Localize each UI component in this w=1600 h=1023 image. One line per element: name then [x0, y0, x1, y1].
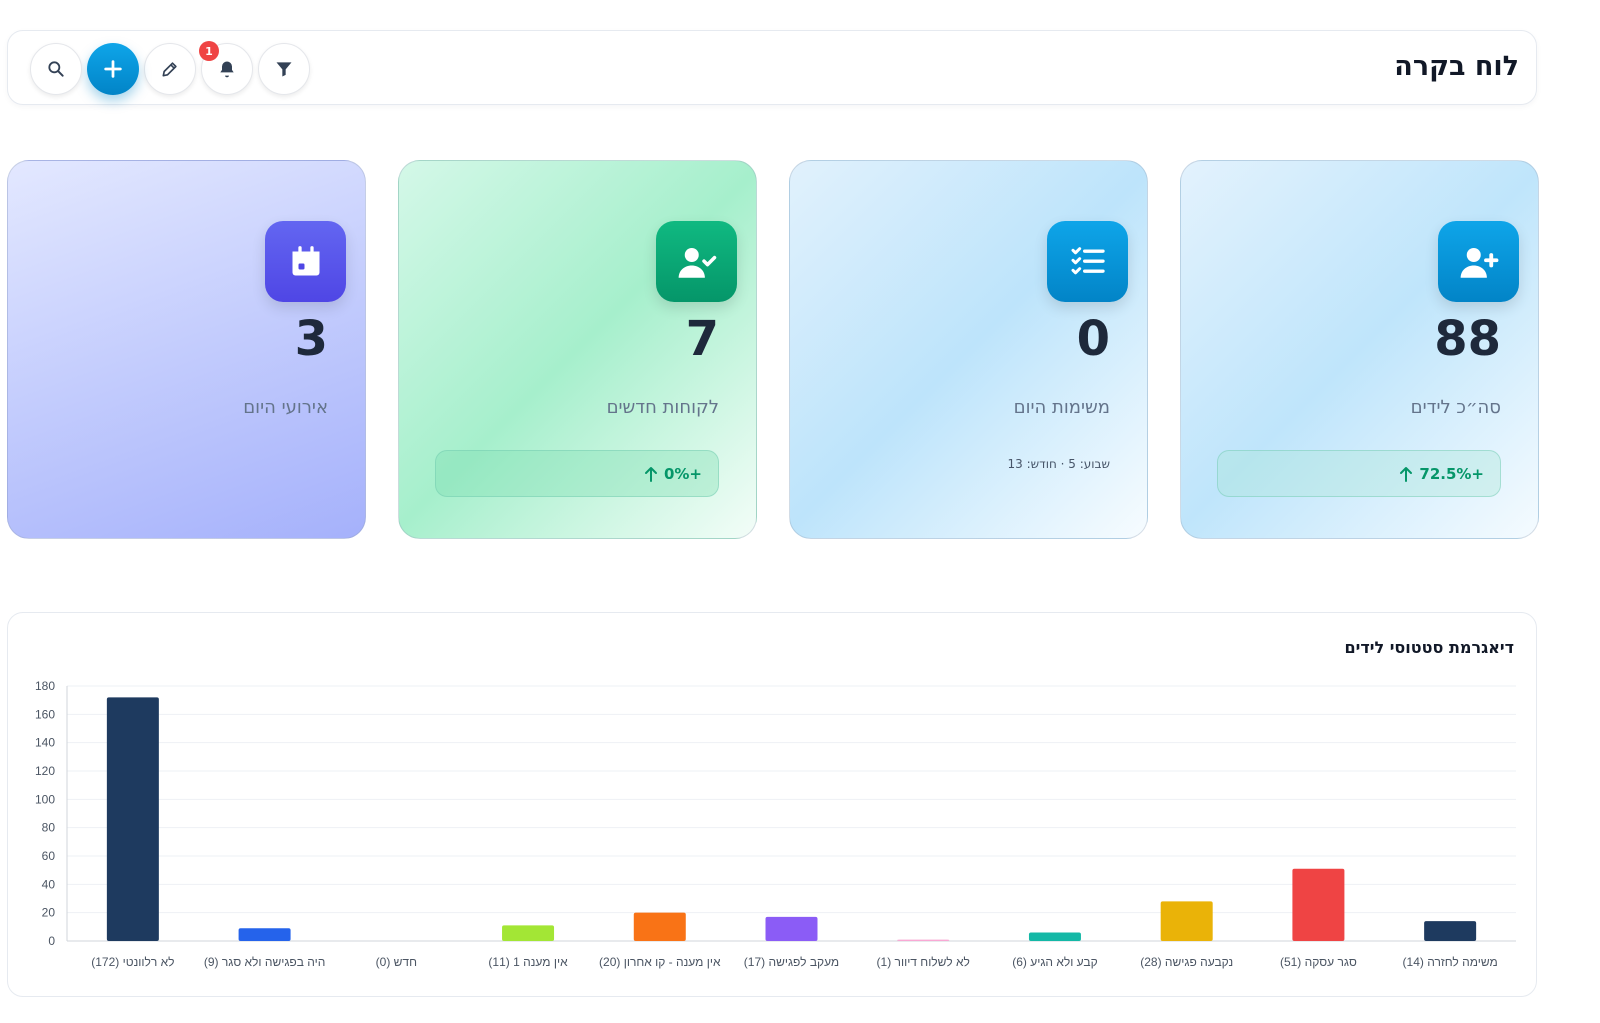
- page-title: לוח בקרה: [1394, 51, 1519, 82]
- stat-card-today-tasks[interactable]: 0 משימות היום שבוע: 5 · חודש: 13: [789, 160, 1148, 539]
- bell-icon: [220, 61, 234, 78]
- trend-value: 0%+: [663, 464, 702, 483]
- x-tick-label: אין מענה 1 (11): [488, 955, 568, 969]
- y-tick-label: 80: [42, 821, 56, 835]
- filter-button[interactable]: [258, 43, 310, 95]
- arrow-up-icon: [1400, 466, 1413, 482]
- pencil-icon: [162, 62, 177, 77]
- notification-badge: 1: [199, 41, 219, 61]
- calendar-icon: [265, 221, 346, 302]
- filter-icon: [276, 62, 292, 77]
- bar: [238, 928, 291, 941]
- lead-status-chart-panel: דיאגרמת סטטוסי לידים 0 20 40 60 80 100 120 140 1…: [7, 612, 1537, 997]
- trend-value: 72.5%+: [1419, 464, 1484, 483]
- stat-card-today-events[interactable]: 3 אירועי היום: [7, 160, 366, 539]
- stat-value: 7: [685, 311, 719, 367]
- stat-label: לקוחות חדשים: [606, 397, 719, 418]
- add-button[interactable]: [87, 43, 139, 95]
- plus-icon: [104, 60, 122, 78]
- trend-badge: 0%+: [435, 450, 719, 497]
- bar: [1160, 901, 1213, 941]
- checklist-icon: [1047, 221, 1128, 302]
- y-tick-label: 180: [35, 679, 55, 693]
- x-tick-label: לא לשלוח דיוור (1): [877, 955, 970, 969]
- bar: [765, 916, 818, 941]
- y-tick-label: 140: [35, 736, 55, 750]
- y-tick-label: 120: [35, 764, 55, 778]
- bar: [897, 939, 950, 941]
- top-toolbar: לוח בקרה 1: [7, 30, 1537, 105]
- user-plus-icon: [1438, 221, 1519, 302]
- x-tick-label: סגר עסקה (51): [1280, 955, 1357, 969]
- stat-value: 0: [1076, 311, 1110, 367]
- stat-value: 3: [294, 311, 328, 367]
- trend-badge: 72.5%+: [1217, 450, 1501, 497]
- lead-status-bar-chart: 0 20 40 60 80 100 120 140 160 180 לא רלוונטי (172)…: [35, 679, 1516, 969]
- notifications-button[interactable]: 1: [199, 41, 253, 95]
- arrow-up-icon: [644, 466, 657, 482]
- y-tick-label: 100: [35, 792, 55, 806]
- bar: [502, 925, 555, 941]
- bar: [1292, 868, 1345, 941]
- stat-card-total-leads[interactable]: 88 סה״כ לידים 72.5%+: [1180, 160, 1539, 539]
- x-tick-label: חדש (0): [376, 955, 417, 969]
- stat-value: 88: [1434, 311, 1501, 367]
- y-tick-label: 20: [42, 906, 56, 920]
- x-tick-label: אין מענה - קו אחרון (20): [599, 955, 721, 969]
- x-tick-label: קבע ולא הגיע (6): [1012, 955, 1097, 969]
- bar: [633, 912, 686, 941]
- x-tick-label: היה בפגישה ולא סגר (9): [204, 955, 326, 969]
- edit-button[interactable]: [144, 43, 196, 95]
- bar: [1028, 932, 1081, 941]
- x-tick-label: לא רלוונטי (172): [91, 955, 174, 969]
- stat-label: משימות היום: [1013, 397, 1110, 418]
- search-button[interactable]: [30, 43, 82, 95]
- y-tick-label: 160: [35, 707, 55, 721]
- x-tick-label: מעקב לפגישה (17): [744, 955, 839, 969]
- y-tick-label: 40: [42, 877, 56, 891]
- y-tick-label: 60: [42, 849, 56, 863]
- x-tick-label: משימה לחזרה (14): [1403, 955, 1498, 969]
- x-tick-label: נקבעה פגישה (28): [1140, 955, 1233, 969]
- tasks-breakdown: שבוע: 5 · חודש: 13: [1007, 457, 1110, 471]
- bar: [106, 697, 159, 941]
- bar: [1424, 921, 1477, 941]
- user-check-icon: [656, 221, 737, 302]
- stat-label: אירועי היום: [243, 397, 328, 418]
- y-tick-label: 0: [48, 934, 55, 948]
- search-icon: [48, 61, 64, 77]
- stat-card-new-customers[interactable]: 7 לקוחות חדשים 0%+: [398, 160, 757, 539]
- stat-label: סה״כ לידים: [1410, 397, 1501, 418]
